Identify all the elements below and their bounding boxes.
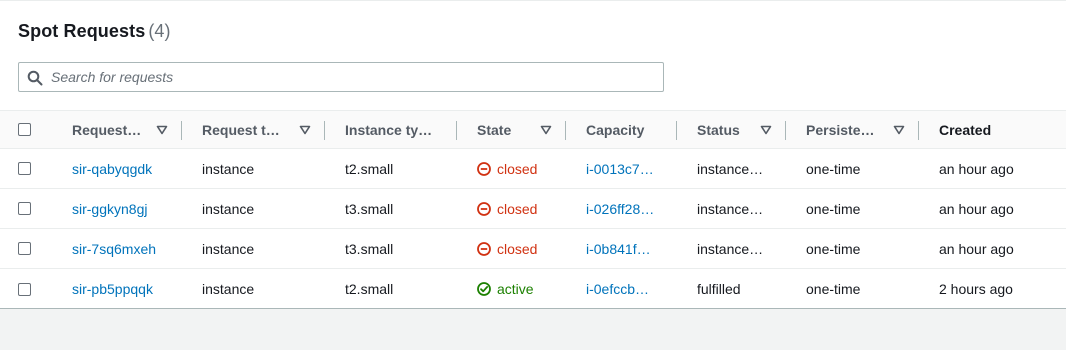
- row-select-cell: [18, 229, 31, 268]
- persistence-cell: one-time: [806, 240, 861, 257]
- row-checkbox[interactable]: [18, 202, 31, 215]
- caret-down-icon[interactable]: [893, 125, 905, 135]
- row-checkbox[interactable]: [18, 162, 31, 175]
- row-checkbox[interactable]: [18, 282, 31, 296]
- column-label: Persiste…: [806, 121, 875, 138]
- column-label: Request t…: [202, 121, 280, 138]
- circle-minus-icon: [477, 161, 491, 176]
- circle-minus-icon: [477, 241, 491, 256]
- status-cell: instance…: [697, 160, 764, 177]
- table-row[interactable]: sir-pb5ppqqk instance t2.small active i-…: [0, 269, 1066, 309]
- row-select-cell: [18, 269, 31, 309]
- column-label: Request…: [72, 121, 142, 138]
- title-text: Spot Requests: [18, 21, 146, 41]
- column-label: Status: [697, 121, 740, 138]
- request-type-cell: instance: [202, 200, 255, 217]
- column-header-state[interactable]: State: [477, 111, 537, 148]
- state-label: closed: [497, 160, 538, 177]
- caret-down-icon[interactable]: [760, 125, 772, 135]
- column-divider[interactable]: [676, 121, 677, 140]
- created-cell: an hour ago: [939, 200, 1014, 217]
- persistence-cell: one-time: [806, 200, 861, 217]
- column-divider[interactable]: [785, 121, 786, 140]
- capacity-link[interactable]: i-0013c7…: [586, 149, 654, 188]
- created-cell: an hour ago: [939, 240, 1014, 257]
- column-label: Instance ty…: [345, 121, 433, 138]
- row-select-cell: [18, 189, 31, 228]
- persistence-cell: one-time: [806, 160, 861, 177]
- request-type-cell: instance: [202, 281, 255, 297]
- search-icon: [27, 70, 43, 86]
- table-header: Request… Request t… Instance ty… State C…: [0, 110, 1066, 149]
- instance-type-cell: t2.small: [345, 281, 394, 297]
- column-header-persistence[interactable]: Persiste…: [806, 111, 886, 148]
- request-type-cell: instance: [202, 160, 255, 177]
- table-row[interactable]: sir-7sq6mxeh instance t3.small closed i-…: [0, 229, 1066, 269]
- state-label: closed: [497, 200, 538, 217]
- capacity-link[interactable]: i-0b841f…: [586, 229, 651, 268]
- caret-down-icon[interactable]: [299, 125, 311, 135]
- column-header-created[interactable]: Created: [939, 111, 1029, 148]
- created-cell: an hour ago: [939, 160, 1014, 177]
- state-cell: closed: [477, 229, 537, 268]
- status-cell: instance…: [697, 240, 764, 257]
- state-cell: closed: [477, 149, 537, 188]
- column-label: Created: [939, 121, 992, 138]
- column-header-capacity[interactable]: Capacity: [586, 111, 666, 148]
- request-id-link[interactable]: sir-ggkyn8gj: [72, 189, 147, 228]
- column-header-instance-type[interactable]: Instance ty…: [345, 111, 440, 148]
- search-box[interactable]: [18, 62, 664, 92]
- created-cell: 2 hours ago: [939, 281, 1013, 297]
- instance-type-cell: t3.small: [345, 240, 394, 257]
- caret-down-icon[interactable]: [156, 125, 168, 135]
- column-header-status[interactable]: Status: [697, 111, 757, 148]
- spot-requests-panel: Spot Requests(4) Request… Request t… Ins…: [0, 0, 1066, 309]
- column-divider[interactable]: [324, 121, 325, 140]
- status-cell: fulfilled: [697, 281, 741, 297]
- column-label: Capacity: [586, 121, 645, 138]
- state-label: active: [497, 281, 534, 297]
- state-cell: closed: [477, 189, 537, 228]
- row-checkbox[interactable]: [18, 242, 31, 255]
- select-all-checkbox[interactable]: [18, 123, 31, 136]
- caret-down-icon[interactable]: [540, 125, 552, 135]
- column-header-request-id[interactable]: Request…: [72, 111, 152, 148]
- capacity-link[interactable]: i-026ff28…: [586, 189, 654, 228]
- instance-type-cell: t3.small: [345, 200, 394, 217]
- column-divider[interactable]: [918, 121, 919, 140]
- select-all-cell: [18, 111, 31, 148]
- request-type-cell: instance: [202, 240, 255, 257]
- column-divider[interactable]: [181, 121, 182, 140]
- column-label: State: [477, 121, 512, 138]
- instance-type-cell: t2.small: [345, 160, 394, 177]
- table-row[interactable]: sir-qabyqgdk instance t2.small closed i-…: [0, 149, 1066, 189]
- capacity-link[interactable]: i-0efccb…: [586, 269, 649, 309]
- request-id-link[interactable]: sir-qabyqgdk: [72, 149, 152, 188]
- column-divider[interactable]: [565, 121, 566, 140]
- column-divider[interactable]: [456, 121, 457, 140]
- spot-requests-table: Request… Request t… Instance ty… State C…: [0, 110, 1066, 309]
- search-input[interactable]: [51, 63, 651, 91]
- request-id-link[interactable]: sir-7sq6mxeh: [72, 229, 156, 268]
- page-title: Spot Requests (4): [18, 21, 171, 42]
- row-select-cell: [18, 149, 31, 188]
- circle-check-icon: [477, 282, 491, 296]
- request-id-link[interactable]: sir-pb5ppqqk: [72, 269, 153, 309]
- request-count: (4): [148, 21, 171, 41]
- state-cell: active: [477, 269, 534, 309]
- column-header-request-type[interactable]: Request t…: [202, 111, 292, 148]
- state-label: closed: [497, 240, 538, 257]
- status-cell: instance…: [697, 200, 764, 217]
- persistence-cell: one-time: [806, 281, 861, 297]
- circle-minus-icon: [477, 201, 491, 216]
- table-row[interactable]: sir-ggkyn8gj instance t3.small closed i-…: [0, 189, 1066, 229]
